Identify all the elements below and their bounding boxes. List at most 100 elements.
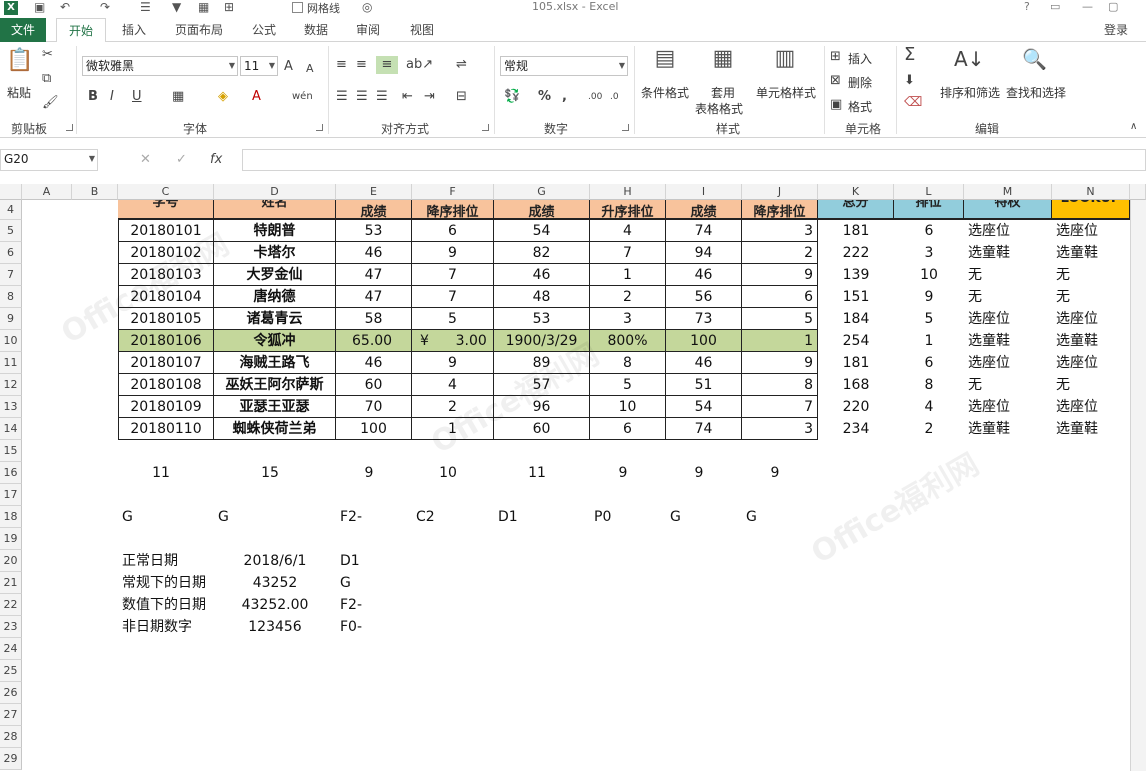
table-cell[interactable]: 46: [336, 242, 412, 264]
row-header[interactable]: 26: [0, 682, 22, 704]
table-cell[interactable]: 5: [412, 308, 494, 330]
table-cell[interactable]: 60: [336, 374, 412, 396]
table-cell[interactable]: 5: [894, 308, 964, 330]
table-cell[interactable]: 46: [494, 264, 590, 286]
tab-file[interactable]: 文件: [0, 18, 46, 42]
tab-formulas[interactable]: 公式: [242, 18, 286, 42]
table-cell[interactable]: 181: [818, 220, 894, 242]
table-cell[interactable]: 巫妖王阿尔萨斯: [214, 374, 336, 396]
collapse-ribbon-icon[interactable]: ∧: [1130, 118, 1137, 136]
column-header-l[interactable]: L: [894, 184, 964, 200]
column-header-k[interactable]: K: [818, 184, 894, 200]
number-launcher-icon[interactable]: [622, 124, 629, 131]
table-cell[interactable]: 6: [412, 220, 494, 242]
filter-icon[interactable]: ▼: [172, 0, 181, 14]
table-cell[interactable]: 无: [964, 286, 1052, 308]
column-header-d[interactable]: D: [214, 184, 336, 200]
header-cell-f[interactable]: 降序排位: [412, 200, 494, 220]
note-cell[interactable]: 123456: [214, 616, 336, 638]
count-cell[interactable]: 9: [590, 462, 656, 484]
format-code-cell[interactable]: F2-: [340, 506, 412, 528]
table-cell[interactable]: 选童鞋: [1052, 330, 1130, 352]
font-name-select[interactable]: 微软雅黑 ▼: [82, 56, 238, 76]
row-header[interactable]: 29: [0, 748, 22, 770]
table-cell[interactable]: 1: [742, 330, 818, 352]
count-cell[interactable]: 9: [742, 462, 808, 484]
count-cell[interactable]: 15: [214, 462, 326, 484]
row-header[interactable]: 7: [0, 264, 22, 286]
row-header[interactable]: 21: [0, 572, 22, 594]
formula-input[interactable]: [242, 149, 1146, 171]
fill-color-icon[interactable]: ◈: [218, 88, 228, 106]
vertical-scrollbar[interactable]: [1130, 200, 1146, 771]
merge-center-icon[interactable]: ⊟: [456, 88, 467, 106]
count-cell[interactable]: 10: [412, 462, 484, 484]
undo-icon[interactable]: ↶: [60, 0, 70, 14]
worksheet-grid[interactable]: A B C D E F G H I J K L M N 4 5 6 7 8 9 10 11 12 13 14 15 16 17 18 19…: [0, 184, 1146, 771]
note-cell[interactable]: D1: [340, 550, 416, 572]
grow-font-icon[interactable]: A: [284, 58, 293, 76]
number-format-select[interactable]: 常规 ▼: [500, 56, 628, 76]
table-cell[interactable]: 53: [336, 220, 412, 242]
note-cell[interactable]: 常规下的日期: [122, 572, 218, 594]
autosum-icon[interactable]: Σ: [904, 46, 915, 64]
header-cell-d[interactable]: 姓名: [214, 200, 336, 220]
table-cell[interactable]: 56: [666, 286, 742, 308]
table-cell[interactable]: 47: [336, 264, 412, 286]
table-cell[interactable]: 选童鞋: [1052, 242, 1130, 264]
table-cell[interactable]: 唐纳德: [214, 286, 336, 308]
table-cell[interactable]: 53: [494, 308, 590, 330]
format-code-cell[interactable]: G: [218, 506, 336, 528]
sort-filter-icon[interactable]: A↓: [954, 49, 984, 69]
table-cell[interactable]: 139: [818, 264, 894, 286]
phonetic-icon[interactable]: wén: [292, 88, 313, 106]
border-icon[interactable]: ▦: [172, 88, 184, 106]
table-cell[interactable]: 令狐冲: [214, 330, 336, 352]
table-cell[interactable]: 2: [894, 418, 964, 440]
table-cell[interactable]: 无: [1052, 286, 1130, 308]
table-cell[interactable]: 20180108: [118, 374, 214, 396]
column-header-a[interactable]: A: [22, 184, 72, 200]
table-cell[interactable]: 48: [494, 286, 590, 308]
format-cells-icon[interactable]: ▣: [830, 96, 842, 114]
note-cell[interactable]: 43252.00: [214, 594, 336, 616]
row-header[interactable]: 6: [0, 242, 22, 264]
alignment-launcher-icon[interactable]: [482, 124, 489, 131]
tab-view[interactable]: 视图: [398, 18, 446, 42]
note-cell[interactable]: 正常日期: [122, 550, 218, 572]
table-cell[interactable]: 5: [590, 374, 666, 396]
table-cell[interactable]: 181: [818, 352, 894, 374]
note-cell[interactable]: F0-: [340, 616, 416, 638]
column-header-g[interactable]: G: [494, 184, 590, 200]
table-cell[interactable]: 6: [590, 418, 666, 440]
column-header-m[interactable]: M: [964, 184, 1052, 200]
table-cell[interactable]: 9: [742, 352, 818, 374]
table-cell[interactable]: 47: [336, 286, 412, 308]
table-cell[interactable]: 选座位: [1052, 352, 1130, 374]
cancel-icon[interactable]: ✕: [140, 151, 151, 169]
count-cell[interactable]: 11: [118, 462, 204, 484]
table-cell[interactable]: 2: [742, 242, 818, 264]
table-cell[interactable]: 168: [818, 374, 894, 396]
shrink-font-icon[interactable]: A: [306, 60, 314, 78]
table-cell[interactable]: 1: [894, 330, 964, 352]
header-cell-n[interactable]: LOOKUP: [1052, 200, 1130, 220]
format-cells-button[interactable]: 格式: [848, 98, 872, 115]
row-header[interactable]: 15: [0, 440, 22, 462]
align-center-icon[interactable]: ☰: [356, 88, 368, 106]
table-cell[interactable]: 20180107: [118, 352, 214, 374]
column-header-i[interactable]: I: [666, 184, 742, 200]
minimize-icon[interactable]: —: [1082, 0, 1093, 13]
clipboard-launcher-icon[interactable]: [66, 124, 73, 131]
table-cell[interactable]: 选座位: [964, 220, 1052, 242]
help-icon[interactable]: ?: [1024, 0, 1030, 13]
table-cell[interactable]: 46: [666, 264, 742, 286]
table-cell[interactable]: 选童鞋: [964, 242, 1052, 264]
table-cell[interactable]: 特朗普: [214, 220, 336, 242]
table-cell[interactable]: 8: [742, 374, 818, 396]
row-header[interactable]: 25: [0, 660, 22, 682]
table-cell[interactable]: 220: [818, 396, 894, 418]
table-cell[interactable]: 46: [666, 352, 742, 374]
column-header-b[interactable]: B: [72, 184, 118, 200]
increase-decimal-icon[interactable]: .00: [588, 88, 602, 106]
